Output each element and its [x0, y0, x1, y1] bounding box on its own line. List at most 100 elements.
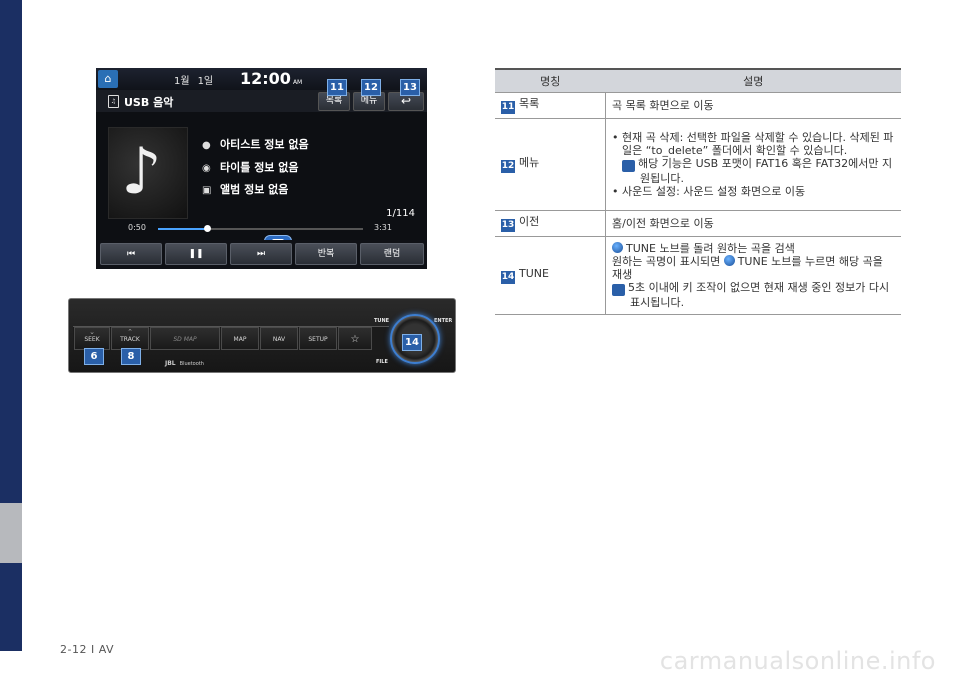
- date: 1월 1일: [174, 72, 213, 87]
- pause-icon: ❚❚: [188, 249, 204, 259]
- callout-badge-13: 13: [400, 79, 420, 96]
- note-text: 5초 이내에 키 조작이 없으면 현재 재생 중인 정보가 다시 표시됩니다.: [628, 281, 890, 309]
- tune-knob-icon: [612, 242, 623, 253]
- track-button[interactable]: ⌃ TRACK: [111, 327, 149, 350]
- tune-label: TUNE: [374, 318, 390, 324]
- info-note: i 해당 기능은 USB 포맷이 FAT16 혹은 FAT32에서만 지원됩니다.: [612, 157, 895, 185]
- info-note: i 5초 이내에 키 조작이 없으면 현재 재생 중인 정보가 다시 표시됩니다.: [608, 281, 895, 309]
- clock: 12:00 AM: [240, 69, 302, 88]
- row-name-text: 목록: [519, 97, 540, 110]
- track-count: 1/114: [386, 208, 415, 219]
- title-row: ◉ 타이틀 정보 없음: [202, 159, 299, 175]
- bullet-text: 현재 곡 삭제: 선택한 파일을 삭제할 수 있습니다. 삭제된 파일은 “to…: [622, 131, 894, 157]
- info-icon: i: [608, 284, 625, 296]
- nav-button[interactable]: NAV: [260, 327, 298, 350]
- table-header: 명칭 설명: [495, 68, 901, 93]
- usb-music-screen: ⌂ 1월 1일 12:00 AM ♫ USB 음악 목록 메뉴 ↩ 11 12 13…: [96, 68, 427, 269]
- time-current: 0:50: [128, 223, 146, 232]
- row-desc: 홈/이전 화면으로 이동: [605, 210, 901, 237]
- callout-badge-8: 8: [121, 348, 141, 365]
- progress-fill: [158, 228, 208, 230]
- star-icon: ☆: [350, 334, 360, 345]
- bullet-text: 사운드 설정: 사운드 설정 화면으로 이동: [622, 185, 806, 198]
- map-button[interactable]: MAP: [221, 327, 259, 350]
- title-icon: ◉: [202, 163, 211, 174]
- usb-icon: ♫: [108, 95, 119, 108]
- date-month: 1월: [174, 76, 190, 87]
- desc-text: 노브를 돌려 원하는 곡을 검색: [659, 242, 795, 255]
- next-icon: ⏭: [256, 249, 266, 259]
- row-badge: 12: [501, 160, 515, 173]
- bullet-item: • 사운드 설정: 사운드 설정 화면으로 이동: [612, 185, 806, 198]
- seek-button[interactable]: ⌄ SEEK: [74, 327, 110, 350]
- info-icon: i: [618, 160, 635, 172]
- desc-text: 원하는 곡명이 표시되면: [612, 255, 721, 268]
- row-badge: 11: [501, 101, 515, 114]
- callout-badge-12: 12: [361, 79, 381, 96]
- setup-button[interactable]: SETUP: [299, 327, 337, 350]
- row-name: 12 메뉴: [495, 118, 606, 211]
- callout-badge-6: 6: [84, 348, 104, 365]
- clock-ampm: AM: [292, 79, 303, 86]
- side-tab: [0, 0, 22, 651]
- row-badge: 14: [501, 271, 515, 284]
- date-day: 1일: [197, 76, 214, 87]
- progress-bar[interactable]: [158, 225, 363, 232]
- row-name: 14 TUNE: [495, 236, 606, 315]
- table-row: 12 메뉴 • 현재 곡 삭제: 선택한 파일을 삭제할 수 있습니다. 삭제된 …: [495, 118, 901, 211]
- header-name: 명칭: [495, 68, 606, 93]
- bluetooth-logo: Bluetooth: [179, 361, 204, 367]
- album-art: ♪: [108, 127, 188, 219]
- tune-word: TUNE: [626, 242, 656, 255]
- progress-knob[interactable]: [204, 225, 212, 232]
- row-name-text: 이전: [519, 215, 540, 228]
- back-icon: ↩: [400, 94, 412, 108]
- description-table: 명칭 설명 11 목록 곡 목록 화면으로 이동 12 메뉴 • 현재 곡 삭제: …: [495, 68, 901, 315]
- artist-row: ● 아티스트 정보 없음: [202, 136, 309, 152]
- music-note-icon: ♪: [121, 135, 162, 209]
- page-number: 2-12 I AV: [60, 643, 115, 656]
- row-desc: • 현재 곡 삭제: 선택한 파일을 삭제할 수 있습니다. 삭제된 파일은 “…: [605, 118, 901, 211]
- table-row: 13 이전 홈/이전 화면으로 이동: [495, 210, 901, 237]
- chevron-up-icon: ⌃: [127, 328, 133, 336]
- previous-button[interactable]: ⏮: [100, 243, 162, 265]
- chevron-down-icon: ⌄: [89, 328, 95, 336]
- table-row: 11 목록 곡 목록 화면으로 이동: [495, 92, 901, 119]
- album-icon: ▣: [202, 185, 212, 196]
- album-row: ▣ 앨범 정보 없음: [202, 181, 288, 197]
- title-label: 타이틀 정보 없음: [220, 161, 299, 174]
- sd-map-slot: SD MAP: [150, 327, 220, 350]
- previous-icon: ⏮: [126, 249, 136, 259]
- artist-icon: ●: [202, 140, 211, 151]
- callout-badge-14: 14: [402, 334, 422, 351]
- note-text: 해당 기능은 USB 포맷이 FAT16 혹은 FAT32에서만 지원됩니다.: [638, 157, 893, 185]
- table-row: 14 TUNE TUNE 노브를 돌려 원하는 곡을 검색 원하는 곡명이 표시되…: [495, 236, 901, 315]
- next-button[interactable]: ⏭: [230, 243, 292, 265]
- desc-line: TUNE 노브를 돌려 원하는 곡을 검색: [612, 242, 895, 255]
- file-label: FILE: [376, 359, 388, 365]
- source-title: USB 음악: [124, 96, 174, 109]
- row-name-text: TUNE: [519, 267, 549, 280]
- row-desc: TUNE 노브를 돌려 원하는 곡을 검색 원하는 곡명이 표시되면 TUNE …: [605, 236, 901, 315]
- row-badge: 13: [501, 219, 515, 232]
- favorite-button[interactable]: ☆: [338, 327, 372, 350]
- random-button[interactable]: 랜덤: [360, 243, 424, 265]
- row-name: 11 목록: [495, 92, 606, 119]
- clock-time: 12:00: [240, 69, 291, 88]
- pause-button[interactable]: ❚❚: [165, 243, 227, 265]
- time-total: 3:31: [374, 223, 392, 232]
- side-tab-marker: [0, 503, 22, 563]
- home-icon[interactable]: ⌂: [98, 70, 118, 88]
- repeat-button[interactable]: 반복: [295, 243, 357, 265]
- desc-line: 원하는 곡명이 표시되면 TUNE 노브를 누르면 해당 곡을 재생: [612, 255, 895, 281]
- watermark: carmanualsonline.info: [659, 647, 936, 675]
- header-desc: 설명: [605, 68, 901, 93]
- row-desc: 곡 목록 화면으로 이동: [605, 92, 901, 119]
- row-name: 13 이전: [495, 210, 606, 237]
- jbl-logo: JBL: [165, 360, 176, 367]
- artist-label: 아티스트 정보 없음: [220, 138, 309, 151]
- bullet-item: • 현재 곡 삭제: 선택한 파일을 삭제할 수 있습니다. 삭제된 파일은 “…: [612, 131, 894, 157]
- row-name-text: 메뉴: [519, 156, 540, 169]
- tune-knob-icon: [723, 255, 735, 266]
- enter-label: ENTER: [434, 318, 453, 324]
